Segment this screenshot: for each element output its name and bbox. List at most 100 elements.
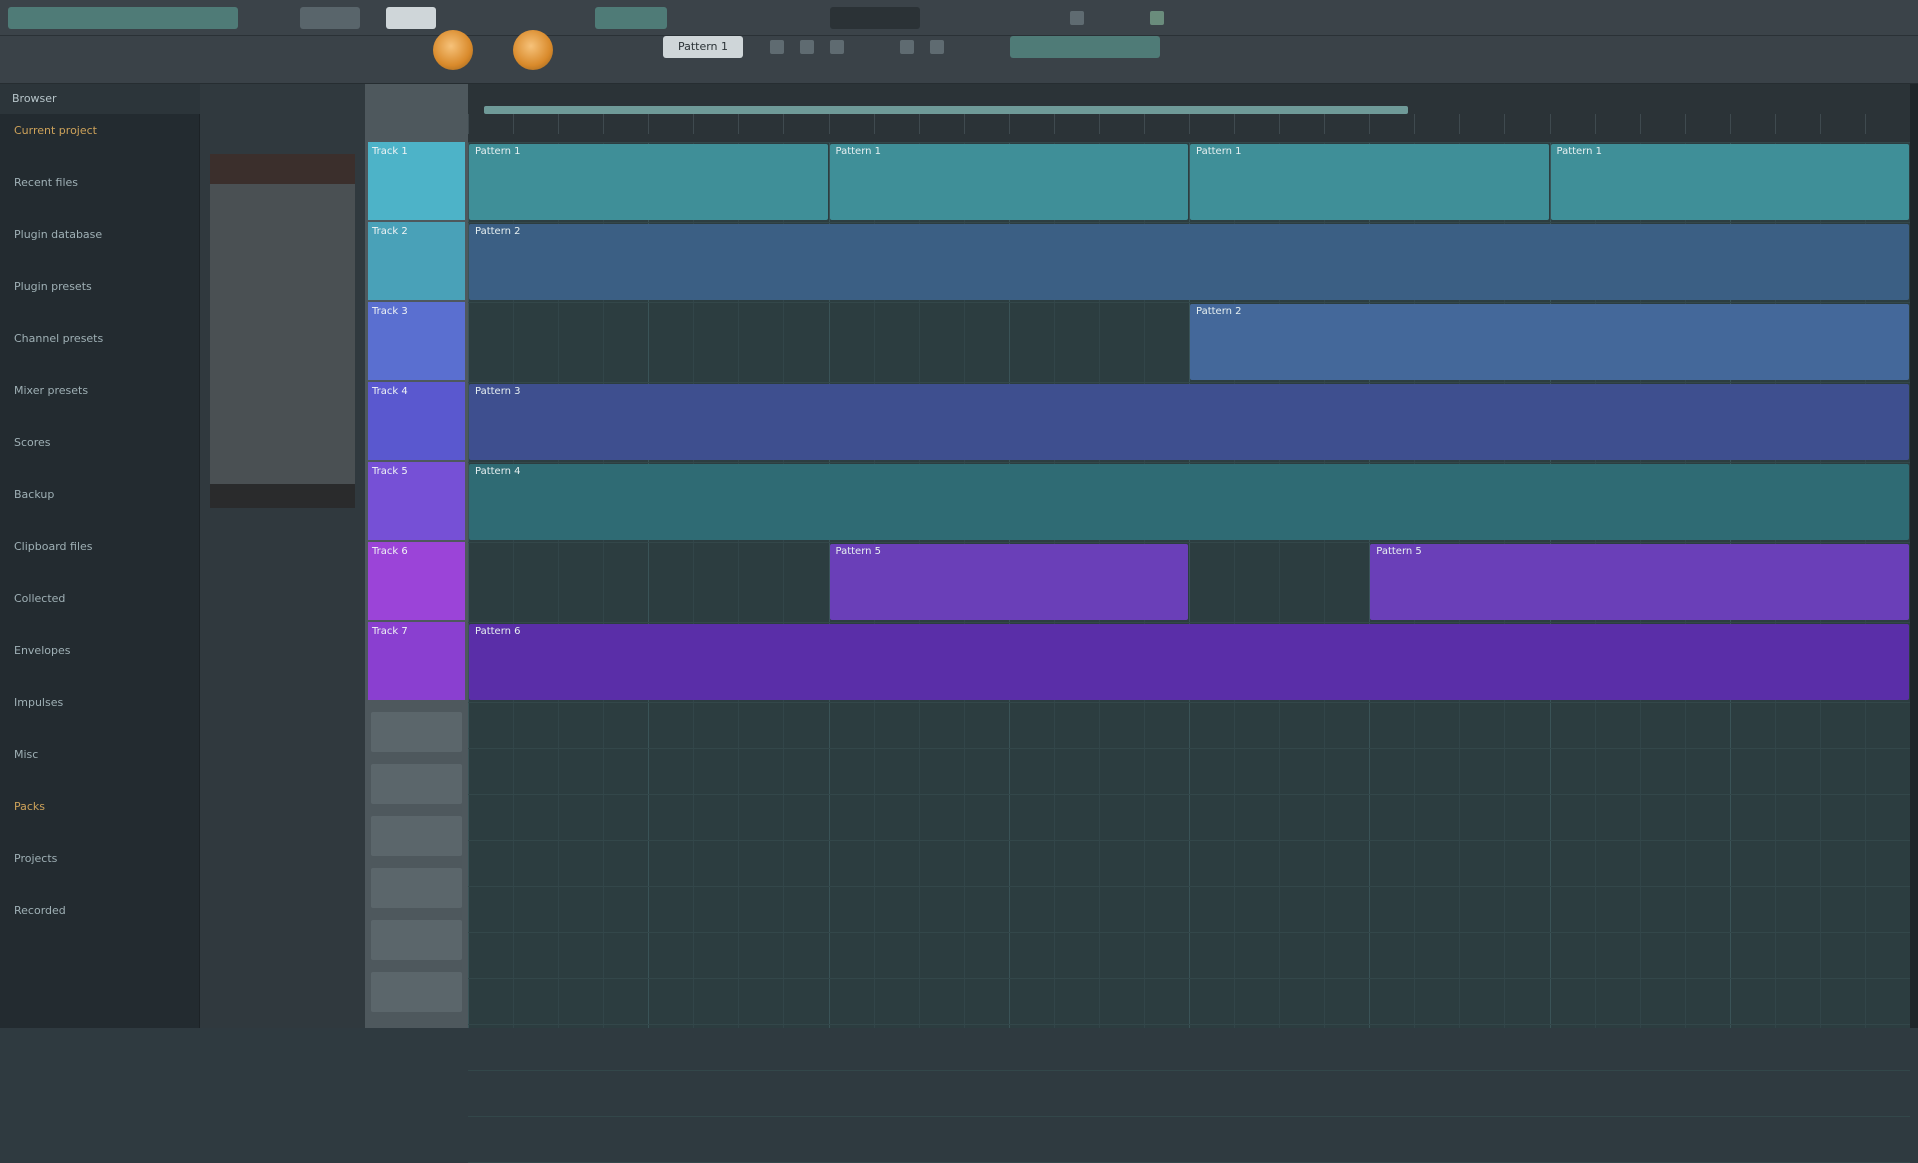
grid-row-line xyxy=(468,932,1910,933)
browser-item[interactable]: Current project xyxy=(14,124,97,140)
timeline-tick xyxy=(1143,114,1145,134)
grid-row-line xyxy=(468,382,1910,383)
playlist-clip[interactable]: Pattern 1 xyxy=(469,144,828,220)
timeline-tick xyxy=(1053,114,1055,134)
clip-label: Pattern 2 xyxy=(1196,306,1242,317)
clip-label: Pattern 6 xyxy=(475,626,521,637)
browser-item[interactable]: Packs xyxy=(14,800,45,816)
track-header[interactable]: Track 4 xyxy=(368,382,465,460)
empty-track-slot[interactable] xyxy=(371,868,462,908)
track-name: Track 6 xyxy=(372,546,408,557)
playlist-clip[interactable]: Pattern 5 xyxy=(829,544,1188,620)
playlist-clip[interactable]: Pattern 4 xyxy=(469,464,1909,540)
playlist-grid[interactable]: Pattern 1 Pattern 1 Pattern 1 Pattern 1 Patt… xyxy=(468,142,1911,1163)
clip-label: Pattern 3 xyxy=(475,386,521,397)
timeline-tick xyxy=(1504,114,1506,134)
playlist-clip[interactable]: Pattern 1 xyxy=(829,144,1188,220)
plugin-card-footer xyxy=(210,484,355,508)
browser-item[interactable]: Clipboard files xyxy=(14,540,93,556)
playlist-clip[interactable]: Pattern 5 xyxy=(1370,544,1909,620)
mixer-icon[interactable] xyxy=(900,40,914,54)
playlist-clip[interactable]: Pattern 6 xyxy=(469,624,1909,700)
empty-track-slot[interactable] xyxy=(371,972,462,1012)
timeline-tick xyxy=(1279,114,1281,134)
timeline-tick xyxy=(1594,114,1596,134)
track-header[interactable]: Track 3 xyxy=(368,302,465,380)
track-name: Track 5 xyxy=(372,466,408,477)
clip-label: Pattern 1 xyxy=(1556,146,1603,157)
playlist-clip[interactable]: Pattern 2 xyxy=(1190,304,1909,380)
timeline-tick xyxy=(1008,114,1010,134)
toolbar: Pattern 1 xyxy=(0,30,1918,84)
song-position-display xyxy=(595,7,667,29)
track-name: Track 1 xyxy=(372,146,408,157)
grid-row-line xyxy=(468,542,1910,543)
grid-row-line xyxy=(468,302,1910,303)
track-header[interactable]: Track 7 xyxy=(368,622,465,700)
playlist-clip[interactable]: Pattern 1 xyxy=(1190,144,1549,220)
track-header[interactable]: Track 1 xyxy=(368,142,465,220)
pattern-selector[interactable]: Pattern 1 xyxy=(663,36,743,58)
playlist-clip[interactable]: Pattern 2 xyxy=(469,224,1909,300)
timeline-tick xyxy=(468,114,469,134)
browser-item[interactable]: Backup xyxy=(14,488,54,504)
master-pitch-knob[interactable] xyxy=(513,30,553,70)
timeline-tick xyxy=(693,114,695,134)
timeline-tick xyxy=(963,114,965,134)
clip-label: Pattern 1 xyxy=(835,146,882,157)
empty-track-slot[interactable] xyxy=(371,816,462,856)
clip-label: Pattern 5 xyxy=(835,546,882,557)
timeline-tick xyxy=(558,114,560,134)
browser-item[interactable]: Mixer presets xyxy=(14,384,88,400)
vertical-scrollbar[interactable] xyxy=(1910,84,1918,1028)
track-header[interactable]: Track 2 xyxy=(368,222,465,300)
channel-rack-icon[interactable] xyxy=(830,40,844,54)
timeline-tick xyxy=(1414,114,1416,134)
timeline-tick xyxy=(1189,114,1190,134)
pattern-mode-button[interactable] xyxy=(386,7,436,29)
browser-item[interactable]: Envelopes xyxy=(14,644,70,660)
track-name: Track 2 xyxy=(372,226,408,237)
clip-label: Pattern 1 xyxy=(475,146,521,157)
grid-row-line xyxy=(468,794,1910,795)
empty-track-slot[interactable] xyxy=(371,920,462,960)
master-volume-knob[interactable] xyxy=(433,30,473,70)
empty-track-slot[interactable] xyxy=(371,712,462,752)
grid-row-line xyxy=(468,840,1910,841)
browser-icon[interactable] xyxy=(930,40,944,54)
menu-button[interactable] xyxy=(300,7,360,29)
browser-title: Browser xyxy=(12,92,57,105)
playlist-clip[interactable]: Pattern 3 xyxy=(469,384,1909,460)
tempo-display[interactable] xyxy=(830,7,920,29)
clip-label: Pattern 2 xyxy=(475,226,521,237)
browser-header: Browser xyxy=(0,84,200,114)
browser-item[interactable]: Collected xyxy=(14,592,65,608)
playlist-clip[interactable]: Pattern 1 xyxy=(1550,144,1909,220)
track-header[interactable]: Track 6 xyxy=(368,542,465,620)
snap-icon[interactable] xyxy=(1150,11,1164,25)
timeline[interactable] xyxy=(468,84,1911,142)
grid-row-line xyxy=(468,748,1910,749)
browser-item[interactable]: Impulses xyxy=(14,696,63,712)
grid-row-line xyxy=(468,462,1910,463)
timeline-tick xyxy=(1369,114,1371,134)
clip-label: Pattern 5 xyxy=(1376,546,1422,557)
empty-track-slot[interactable] xyxy=(371,764,462,804)
track-header[interactable]: Track 5 xyxy=(368,462,465,540)
browser-item[interactable]: Recent files xyxy=(14,176,78,192)
browser-item[interactable]: Plugin presets xyxy=(14,280,92,296)
browser-item[interactable]: Recorded xyxy=(14,904,66,920)
playlist-icon[interactable] xyxy=(770,40,784,54)
timeline-tick xyxy=(648,114,650,134)
browser-item[interactable]: Misc xyxy=(14,748,38,764)
piano-roll-icon[interactable] xyxy=(800,40,814,54)
timeline-tick xyxy=(1324,114,1326,134)
record-icon[interactable] xyxy=(1070,11,1084,25)
browser-item[interactable]: Projects xyxy=(14,852,57,868)
browser-item[interactable]: Plugin database xyxy=(14,228,102,244)
plugin-picker-panel xyxy=(200,84,365,1028)
browser-item[interactable]: Channel presets xyxy=(14,332,103,348)
loop-range[interactable] xyxy=(484,106,1408,114)
browser-item[interactable]: Scores xyxy=(14,436,51,452)
plugin-card[interactable] xyxy=(210,184,355,484)
